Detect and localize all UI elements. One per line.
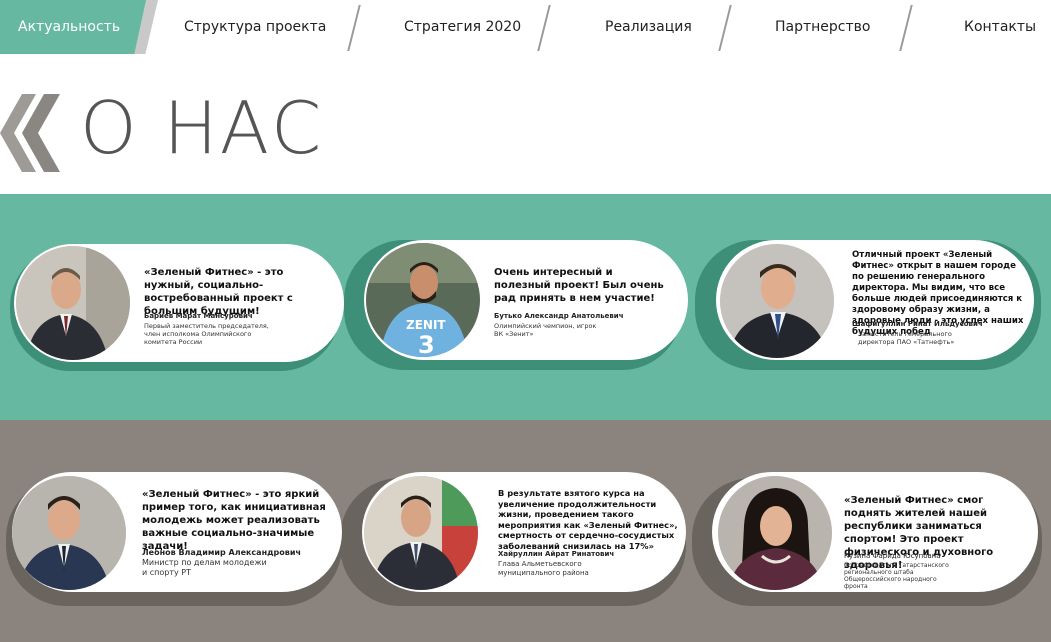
- testimonial-role: Олимпийский чемпион, игрок ВК «Зенит»: [494, 322, 597, 338]
- svg-text:3: 3: [418, 331, 435, 357]
- nav-item-partnerstvo[interactable]: Партнерство: [775, 0, 870, 54]
- nav-separator: [899, 5, 913, 51]
- nav-item-struktura[interactable]: Структура проекта: [184, 0, 326, 54]
- top-nav: Актуальность Структура проекта Стратегия…: [0, 0, 1051, 54]
- nav-item-kontakty[interactable]: Контакты: [964, 0, 1036, 54]
- nav-separator: [347, 5, 361, 51]
- nav-item-strategiya[interactable]: Стратегия 2020: [404, 0, 521, 54]
- testimonial-quote: «Зеленый Фитнес» - это нужный, социально…: [144, 267, 293, 317]
- testimonial-quote: В результате взятого курса на увеличение…: [498, 488, 678, 551]
- avatar-butko: ZENIT 3: [366, 243, 480, 357]
- testimonial-card: «Зеленый Фитнес» - это яркий пример того…: [12, 472, 342, 592]
- testimonial-name: Бариев Марат Мансурович: [144, 312, 253, 320]
- testimonial-name: Бутько Александр Анатольевич: [494, 312, 624, 320]
- nav-item-realizatsiya[interactable]: Реализация: [605, 0, 692, 54]
- testimonial-name: Кузина Фарида Юсуповна: [844, 552, 941, 560]
- testimonial-role: Первый заместитель председателя, член ис…: [144, 322, 269, 346]
- testimonial-card: В результате взятого курса на увеличение…: [362, 472, 686, 592]
- testimonial-name: Леонов Владимир Александрович: [142, 548, 301, 557]
- nav-item-aktualnost[interactable]: Актуальность: [0, 0, 146, 54]
- testimonial-role: Министр по делам молодежи и спорту РТ: [142, 558, 267, 577]
- avatar-khayrullin: [364, 476, 478, 590]
- testimonial-card: ZENIT 3 Очень интересный и полезный прое…: [364, 240, 688, 360]
- nav-separator: [718, 5, 732, 51]
- testimonial-quote: Очень интересный и полезный проект! Был …: [494, 267, 664, 304]
- avatar-shafigullin: [720, 244, 834, 358]
- testimonial-name: Шафигуллин Ринат Ильдусович: [852, 320, 983, 328]
- page-title: О НАС: [80, 86, 324, 170]
- nav-separator: [537, 5, 551, 51]
- testimonial-role: Заместитель генерального директора ПАО «…: [858, 330, 955, 346]
- testimonial-quote: «Зеленый Фитнес» - это яркий пример того…: [142, 489, 326, 552]
- svg-text:ZENIT: ZENIT: [406, 318, 446, 332]
- testimonial-card: «Зеленый Фитнес» - это нужный, социально…: [14, 244, 344, 362]
- testimonial-role: Глава Альметьевского муниципального райо…: [498, 560, 589, 577]
- avatar-leonov: [12, 476, 126, 590]
- avatar-kuzina: [718, 476, 832, 590]
- testimonial-card: «Зеленый Фитнес» смог поднять жителей на…: [712, 472, 1038, 592]
- double-chevron-icon: [0, 94, 60, 172]
- testimonial-card: Отличный проект «Зеленый Фитнес» открыт …: [716, 240, 1034, 360]
- testimonial-name: Хайруллин Айрат Ринатович: [498, 550, 615, 558]
- avatar-bariev: [16, 246, 130, 360]
- testimonial-role: Сопредседатель Татарстанского региональн…: [844, 562, 949, 590]
